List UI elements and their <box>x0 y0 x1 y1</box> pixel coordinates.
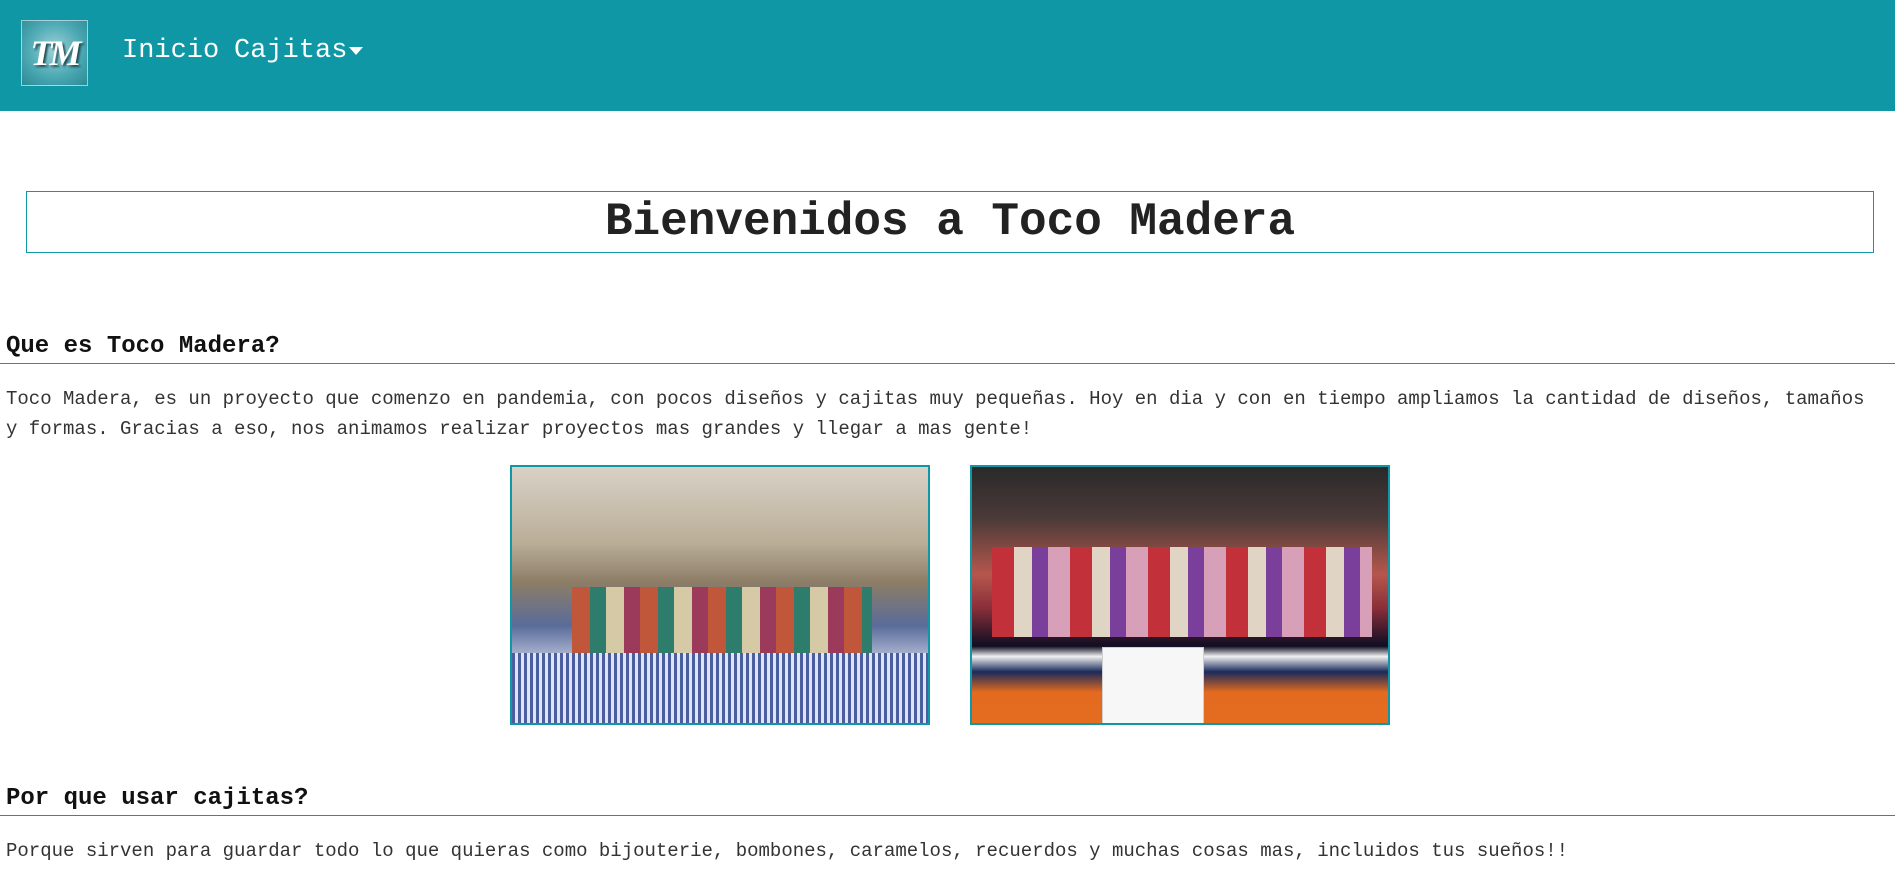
section-text-que-es: Toco Madera, es un proyecto que comenzo … <box>6 388 1865 440</box>
navbar: TM Inicio Cajitas <box>0 0 1895 111</box>
photo-boxes <box>572 587 872 659</box>
divider <box>0 363 1895 364</box>
section-heading-por-que: Por que usar cajitas? <box>6 785 309 812</box>
divider <box>0 815 1895 816</box>
photo-boxes <box>992 547 1372 637</box>
nav-link-inicio[interactable]: Inicio <box>122 36 219 66</box>
photo-tablecloth <box>512 653 928 723</box>
nav-link-cajitas[interactable]: Cajitas <box>234 36 347 66</box>
title-box: Bienvenidos a Toco Madera <box>26 191 1874 253</box>
page-title: Bienvenidos a Toco Madera <box>604 196 1296 248</box>
chevron-down-icon[interactable] <box>349 47 363 55</box>
section-heading-que-es: Que es Toco Madera? <box>6 333 280 360</box>
photo-sign <box>1102 647 1204 723</box>
section-text-por-que: Porque sirven para guardar todo lo que q… <box>6 840 1569 862</box>
logo[interactable]: TM <box>21 20 88 86</box>
logo-text: TM <box>30 33 82 73</box>
photo-tocomadera-stand <box>970 465 1390 725</box>
photo-feria-table <box>510 465 930 725</box>
